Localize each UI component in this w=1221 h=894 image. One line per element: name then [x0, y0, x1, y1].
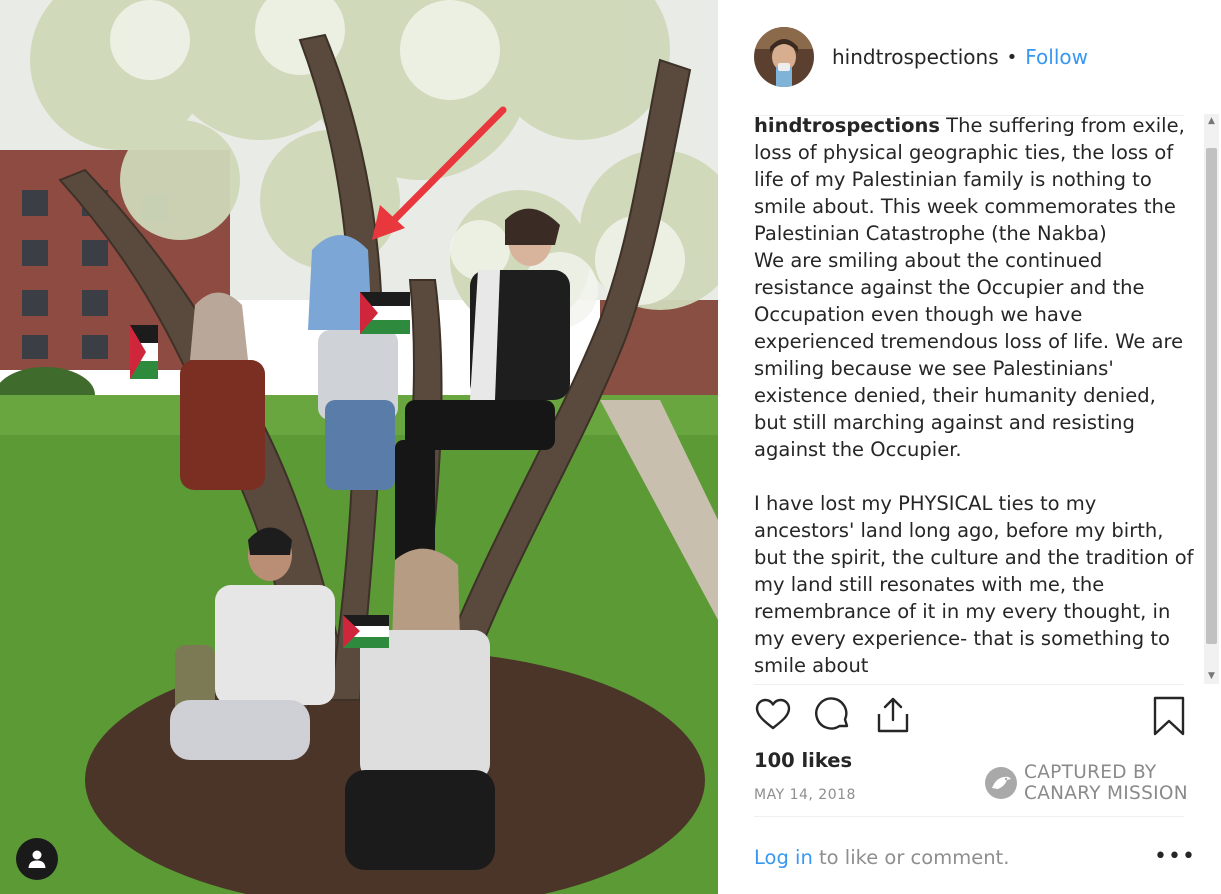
login-prompt: Log in to like or comment.	[754, 846, 1009, 869]
avatar[interactable]	[754, 27, 814, 87]
heart-icon	[755, 698, 791, 730]
canary-logo-icon	[985, 767, 1017, 799]
comment-icon	[815, 697, 849, 730]
like-button[interactable]	[754, 696, 792, 736]
save-button[interactable]	[1150, 696, 1188, 736]
caption-text: The suffering from exile, loss of physic…	[754, 114, 1194, 677]
post-header: hindtrospections • Follow	[754, 27, 1194, 87]
like-count[interactable]: 100 likes	[754, 749, 852, 772]
post-date: MAY 14, 2018	[754, 787, 856, 803]
user-tag-icon	[28, 850, 46, 868]
share-button[interactable]	[874, 696, 912, 736]
scroll-up-arrow-icon[interactable]: ▲	[1204, 114, 1219, 129]
action-bar	[754, 696, 1185, 736]
post-photo[interactable]	[0, 0, 718, 894]
more-options-button[interactable]: •••	[1154, 844, 1196, 869]
caption-username[interactable]: hindtrospections	[754, 114, 940, 137]
avatar-image	[754, 27, 814, 87]
caption: hindtrospections The suffering from exil…	[754, 112, 1194, 679]
watermark-line-1: CAPTURED BY	[1024, 762, 1157, 783]
bookmark-icon	[1153, 696, 1185, 736]
caption-container: hindtrospections The suffering from exil…	[754, 112, 1194, 684]
photo-scene	[0, 0, 718, 894]
scrollbar-thumb[interactable]	[1206, 148, 1217, 644]
post-side-panel: hindtrospections • Follow hindtrospectio…	[718, 0, 1221, 894]
watermark-line-2: CANARY MISSION	[1024, 783, 1188, 804]
tagged-users-button[interactable]	[16, 838, 58, 880]
username-link[interactable]: hindtrospections	[832, 45, 999, 69]
share-icon	[877, 697, 909, 733]
caption-scrollbar[interactable]: ▲ ▼	[1204, 114, 1219, 684]
capture-watermark: CAPTURED BY CANARY MISSION	[984, 762, 1194, 806]
login-prompt-text: to like or comment.	[812, 846, 1010, 869]
divider	[754, 816, 1184, 817]
login-link[interactable]: Log in	[754, 846, 813, 869]
comment-button[interactable]	[814, 696, 852, 736]
divider	[754, 684, 1184, 685]
follow-button[interactable]: Follow	[1025, 45, 1088, 69]
scroll-down-arrow-icon[interactable]: ▼	[1204, 669, 1219, 684]
header-separator: •	[1006, 46, 1018, 68]
